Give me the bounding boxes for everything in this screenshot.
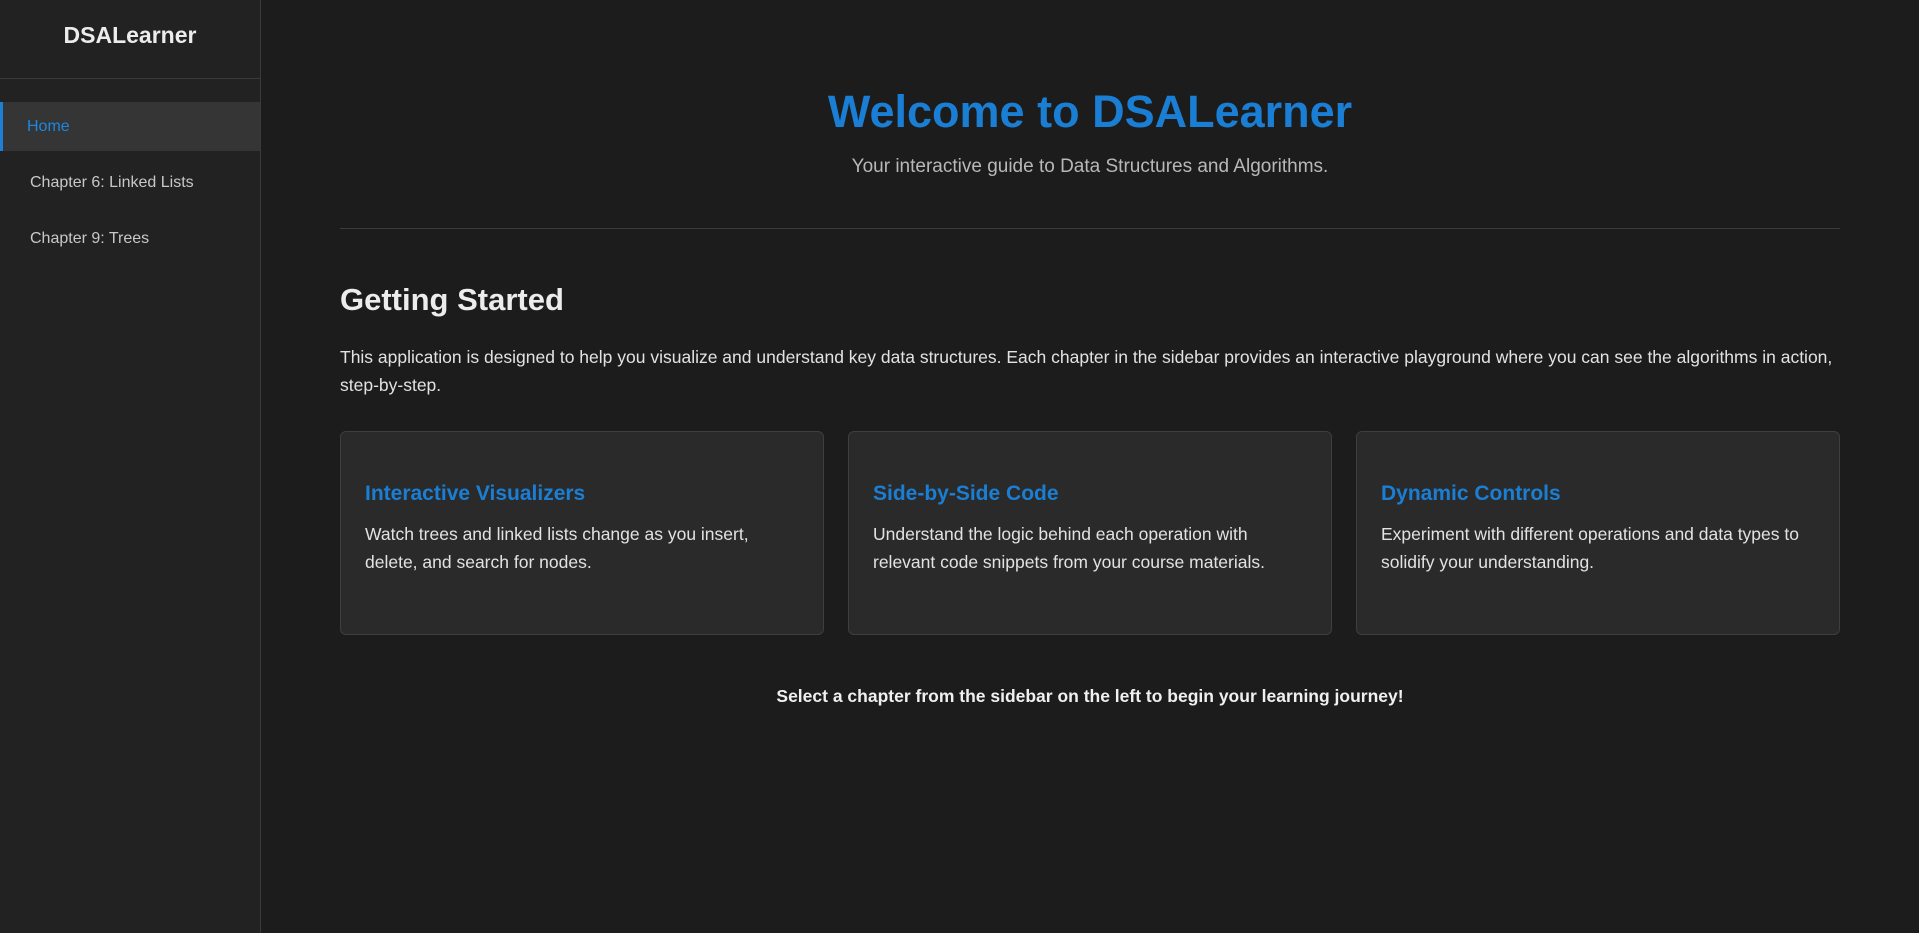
intro-text: This application is designed to help you…: [340, 347, 1833, 395]
hero: Welcome to DSALearner Your interactive g…: [261, 0, 1919, 178]
feature-cards: Interactive Visualizers Watch trees and …: [340, 431, 1840, 635]
card-title: Side-by-Side Code: [873, 482, 1059, 505]
card-description: Watch trees and linked lists change as y…: [365, 524, 749, 572]
page-title: Welcome to DSALearner: [827, 86, 1353, 137]
sidebar-item-trees[interactable]: Chapter 9: Trees: [0, 214, 260, 263]
section-title: Getting Started: [340, 282, 564, 317]
sidebar-nav: Home Chapter 6: Linked Lists Chapter 9: …: [0, 79, 260, 263]
page-subtitle: Your interactive guide to Data Structure…: [851, 156, 1329, 177]
app-root: DSALearner Home Chapter 6: Linked Lists …: [0, 0, 1919, 933]
call-to-action: Select a chapter from the sidebar on the…: [776, 686, 1404, 706]
feature-card: Interactive Visualizers Watch trees and …: [340, 431, 824, 635]
card-title: Dynamic Controls: [1381, 482, 1561, 505]
sidebar: DSALearner Home Chapter 6: Linked Lists …: [0, 0, 261, 933]
sidebar-header: DSALearner: [0, 0, 260, 79]
feature-card: Dynamic Controls Experiment with differe…: [1356, 431, 1840, 635]
main-content: Welcome to DSALearner Your interactive g…: [261, 0, 1919, 933]
card-title: Interactive Visualizers: [365, 482, 586, 505]
sidebar-item-linked-lists[interactable]: Chapter 6: Linked Lists: [0, 158, 260, 207]
divider: [340, 228, 1840, 229]
feature-card: Side-by-Side Code Understand the logic b…: [848, 431, 1332, 635]
sidebar-item-home[interactable]: Home: [0, 102, 260, 151]
brand-logo-text[interactable]: DSALearner: [64, 22, 197, 49]
card-description: Experiment with different operations and…: [1381, 524, 1799, 572]
card-description: Understand the logic behind each operati…: [873, 524, 1265, 572]
